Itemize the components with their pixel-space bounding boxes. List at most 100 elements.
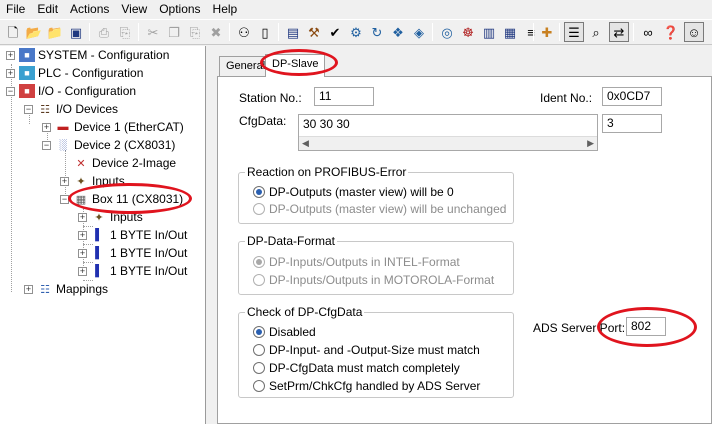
glasses-icon[interactable]: ∞ [638, 22, 658, 42]
tree-item-io-configuration[interactable]: − ■ I/O - Configuration [6, 82, 136, 100]
tree-item-box-11-cx8031[interactable]: − ▦ Box 11 (CX8031) [60, 190, 183, 208]
radio-handled-by-ads[interactable]: SetPrm/ChkCfg handled by ADS Server [253, 378, 480, 394]
tab-dp-slave[interactable]: DP-Slave [265, 54, 326, 77]
network-icon[interactable]: ☸ [458, 22, 478, 42]
scroll-left-icon[interactable]: ◀ [302, 138, 309, 149]
find-next-icon[interactable]: ▯ [255, 22, 275, 42]
cfgdata-length-field[interactable]: 3 [602, 114, 662, 133]
open-file-icon[interactable]: 📁 [45, 22, 65, 42]
menu-edit[interactable]: Edit [31, 0, 64, 18]
reaction-groupbox: Reaction on PROFIBUS-Error DP-Outputs (m… [238, 165, 514, 224]
save-icon[interactable]: ▣ [66, 22, 86, 42]
system-config-icon: ■ [19, 48, 35, 62]
zoom-icon[interactable]: ⌕ [586, 22, 606, 42]
help-icon[interactable]: ❓ [661, 22, 681, 42]
free-run-icon[interactable]: ◈ [409, 22, 429, 42]
cut-icon[interactable]: ✂ [143, 22, 163, 42]
tree-item-byte-inout-2[interactable]: + ▌ 1 BYTE In/Out [78, 244, 187, 262]
print-icon[interactable]: ⎙ [94, 22, 114, 42]
radio-button[interactable] [253, 186, 265, 198]
tree-item-device-2-image[interactable]: ✕ Device 2-Image [73, 154, 176, 172]
radio-size-must-match[interactable]: DP-Input- and -Output-Size must match [253, 342, 480, 358]
radio-check-disabled[interactable]: Disabled [253, 324, 316, 340]
io-module-icon: ▌ [95, 247, 103, 259]
data-format-title: DP-Data-Format [245, 234, 338, 248]
paste-icon[interactable]: ⎘ [185, 22, 205, 42]
radio-cfgdata-match-completely[interactable]: DP-CfgData must match completely [253, 360, 460, 376]
plc-config-icon: ■ [19, 66, 35, 80]
tree-item-io-devices[interactable]: − ☷ I/O Devices [24, 100, 118, 118]
add-icon[interactable]: ✚ [537, 22, 557, 42]
reaction-title: Reaction on PROFIBUS-Error [245, 165, 409, 179]
target-icon[interactable]: ◎ [437, 22, 457, 42]
io-config-icon: ■ [19, 84, 35, 98]
menu-actions[interactable]: Actions [64, 0, 115, 18]
radio-button[interactable] [253, 380, 265, 392]
toolbar: 🗋 📂 📁 ▣ ⎙ ⎘ ✂ ❐ ⎘ ✖ ⚇ ▯ ▤ ⚒ ✔ ⚙ ↻ ❖ ◈ ◎ … [0, 19, 712, 45]
ads-port-field[interactable]: 802 [626, 317, 666, 336]
data-format-groupbox: DP-Data-Format DP-Inputs/Outputs in INTE… [238, 234, 514, 295]
print-preview-icon[interactable]: ⎘ [115, 22, 135, 42]
list-view-icon[interactable]: ☰ [564, 22, 584, 42]
tree-item-mappings[interactable]: + ☷ Mappings [24, 280, 108, 298]
cfgdata-label: CfgData: [239, 114, 287, 128]
menu-file[interactable]: File [0, 0, 31, 18]
build-icon[interactable]: ⚒ [304, 22, 324, 42]
context-help-icon[interactable]: ☺ [684, 22, 704, 42]
io-icon[interactable]: ▦ [500, 22, 520, 42]
radio-intel-format[interactable]: DP-Inputs/Outputs in INTEL-Format [253, 254, 460, 270]
radio-outputs-unchanged[interactable]: DP-Outputs (master view) will be unchang… [253, 201, 506, 217]
tree-item-device-2-cx8031[interactable]: − ░ Device 2 (CX8031) [42, 136, 175, 154]
menu-view[interactable]: View [115, 0, 153, 18]
monitor-icon[interactable]: ▤ [283, 22, 303, 42]
tree-item-system-configuration[interactable]: + ■ SYSTEM - Configuration [6, 46, 169, 64]
copy-icon[interactable]: ❐ [164, 22, 184, 42]
image-icon: ✕ [76, 157, 86, 170]
menu-help[interactable]: Help [207, 0, 244, 18]
tree-item-byte-inout-3[interactable]: + ▌ 1 BYTE In/Out [78, 262, 187, 280]
ident-number-field[interactable]: 0x0CD7 [602, 87, 662, 106]
radio-button[interactable] [253, 362, 265, 374]
cfgdata-field[interactable]: 30 30 30 ◀ ▶ [298, 114, 598, 151]
tree-item-plc-configuration[interactable]: + ■ PLC - Configuration [6, 64, 143, 82]
profibus-device-icon: ░ [59, 139, 67, 151]
activate-config-icon[interactable]: ⚙ [346, 22, 366, 42]
radio-motorola-format[interactable]: DP-Inputs/Outputs in MOTOROLA-Format [253, 272, 494, 288]
check-cfgdata-groupbox: Check of DP-CfgData Disabled DP-Input- a… [238, 305, 514, 398]
check-icon[interactable]: ✔ [325, 22, 345, 42]
tree-item-device-1-ethercat[interactable]: + ▬ Device 1 (EtherCAT) [42, 118, 184, 136]
radio-button[interactable] [253, 326, 265, 338]
tree-item-inputs[interactable]: + ✦ Inputs [60, 172, 125, 190]
mappings-icon: ☷ [40, 283, 50, 296]
restart-icon[interactable]: ↻ [367, 22, 387, 42]
config-mode-icon[interactable]: ❖ [388, 22, 408, 42]
tree-view: + ■ SYSTEM - Configuration + ■ PLC - Con… [0, 46, 206, 424]
scroll-right-icon[interactable]: ▶ [587, 138, 594, 149]
inputs-icon: ✦ [76, 175, 86, 188]
dp-slave-panel: Station No.: 11 Ident No.: 0x0CD7 CfgDat… [217, 76, 712, 424]
tree-item-byte-inout-1[interactable]: + ▌ 1 BYTE In/Out [78, 226, 187, 244]
radio-button[interactable] [253, 203, 265, 215]
ident-label: Ident No.: [540, 91, 593, 105]
io-devices-icon: ☷ [40, 103, 50, 116]
ads-port-label: ADS Server Port: [533, 321, 626, 335]
station-number-field[interactable]: 11 [314, 87, 374, 106]
radio-button[interactable] [253, 344, 265, 356]
tree-item-box-inputs[interactable]: + ✦ Inputs [78, 208, 143, 226]
cfgdata-scrollbar[interactable]: ◀ ▶ [299, 136, 597, 150]
radio-button[interactable] [253, 274, 265, 286]
inputs-icon: ✦ [94, 211, 104, 224]
io-module-icon: ▌ [95, 229, 103, 241]
delete-icon[interactable]: ✖ [206, 22, 226, 42]
io-module-icon: ▌ [95, 265, 103, 277]
find-icon[interactable]: ⚇ [234, 22, 254, 42]
open-folder-icon[interactable]: 📂 [24, 22, 44, 42]
online-icon[interactable]: ⇄ [609, 22, 629, 42]
station-label: Station No.: [239, 91, 302, 105]
radio-outputs-zero[interactable]: DP-Outputs (master view) will be 0 [253, 184, 454, 200]
tab-general[interactable]: General [219, 56, 269, 76]
new-file-icon[interactable]: 🗋 [3, 22, 23, 42]
scan-icon[interactable]: ▥ [479, 22, 499, 42]
radio-button[interactable] [253, 256, 265, 268]
menu-options[interactable]: Options [153, 0, 206, 18]
